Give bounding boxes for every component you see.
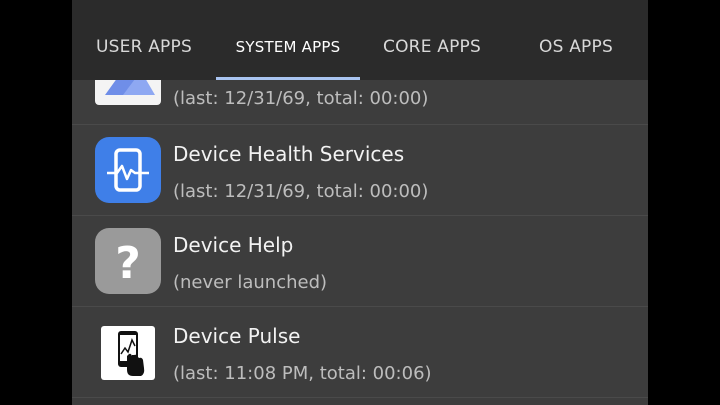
tab-os-apps[interactable]: OS APPS bbox=[504, 0, 648, 80]
tab-core-apps[interactable]: CORE APPS bbox=[360, 0, 504, 80]
question-mark-icon: ? bbox=[95, 228, 161, 294]
active-tab-indicator bbox=[216, 77, 360, 80]
app-screen: USER APPS SYSTEM APPS CORE APPS OS APPS … bbox=[72, 0, 648, 405]
app-list[interactable]: (last: 12/31/69, total: 00:00) Device He… bbox=[72, 80, 648, 405]
app-usage-detail: (last: 11:08 PM, total: 00:06) bbox=[173, 363, 432, 384]
list-item[interactable]: ? Device Help (never launched) bbox=[72, 216, 648, 307]
list-item[interactable]: (last: 12/31/69, total: 00:00) bbox=[72, 80, 648, 125]
list-item[interactable]: Device Health Services (last: 12/31/69, … bbox=[72, 125, 648, 216]
svg-text:?: ? bbox=[115, 238, 141, 289]
tab-bar: USER APPS SYSTEM APPS CORE APPS OS APPS bbox=[72, 0, 648, 80]
app-name: Device Pulse bbox=[173, 324, 301, 348]
app-name: Device Help bbox=[173, 233, 294, 257]
app-usage-detail: (last: 12/31/69, total: 00:00) bbox=[173, 181, 429, 202]
tab-user-apps[interactable]: USER APPS bbox=[72, 0, 216, 80]
app-usage-detail: (never launched) bbox=[173, 272, 328, 293]
list-item[interactable]: Device Pulse (last: 11:08 PM, total: 00:… bbox=[72, 307, 648, 398]
device-health-icon bbox=[95, 137, 161, 203]
image-placeholder-icon bbox=[95, 80, 161, 105]
tab-system-apps[interactable]: SYSTEM APPS bbox=[216, 0, 360, 80]
app-name: Device Health Services bbox=[173, 142, 405, 166]
app-usage-detail: (last: 12/31/69, total: 00:00) bbox=[173, 88, 429, 109]
device-pulse-icon bbox=[101, 326, 155, 380]
